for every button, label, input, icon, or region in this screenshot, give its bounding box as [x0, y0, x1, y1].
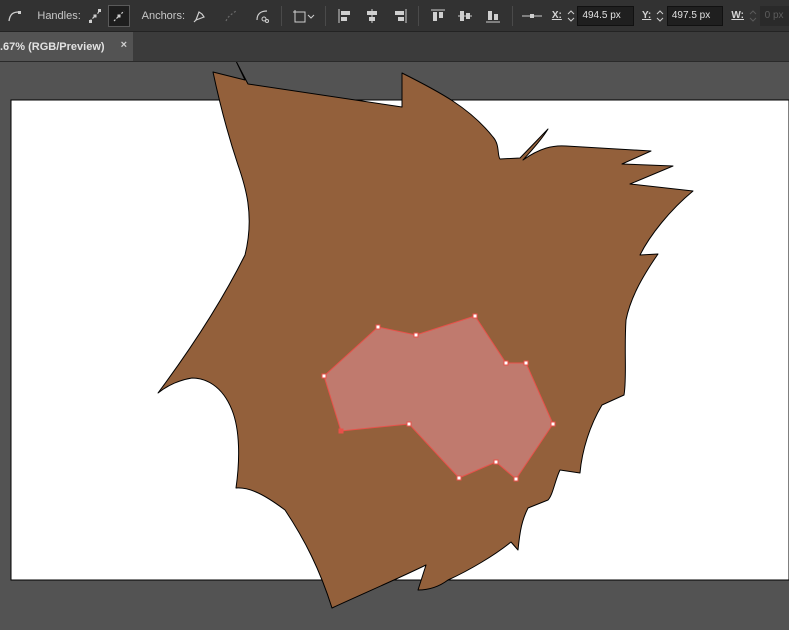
- anchor-point[interactable]: [493, 459, 499, 465]
- document-tab-bar: .67% (RGB/Preview) ×: [0, 32, 789, 62]
- canvas-area[interactable]: [0, 62, 789, 630]
- anchor-point[interactable]: [513, 476, 519, 482]
- align-vertical-center-icon[interactable]: [455, 5, 476, 27]
- handles-convert-to-smooth-icon[interactable]: [108, 4, 130, 27]
- y-stepper-icon[interactable]: [653, 6, 667, 26]
- reference-point-icon[interactable]: [521, 5, 544, 27]
- toolbar-divider: [418, 5, 420, 26]
- width-field: 0 px: [759, 5, 789, 26]
- handles-label: Handles:: [37, 9, 81, 22]
- x-label: X:: [551, 10, 562, 21]
- anchor-point[interactable]: [321, 373, 327, 379]
- anchor-point[interactable]: [503, 360, 509, 366]
- x-stepper-icon[interactable]: [564, 6, 578, 26]
- y-position-field[interactable]: 497.5 px: [666, 5, 724, 26]
- convert-anchor-tool-icon[interactable]: [4, 5, 25, 27]
- close-icon[interactable]: ×: [121, 39, 127, 51]
- toolbar-divider: [281, 5, 283, 26]
- x-position-field[interactable]: 494.5 px: [577, 5, 634, 26]
- anchor-point[interactable]: [550, 421, 556, 427]
- toolbar-divider: [511, 5, 513, 26]
- canvas-svg: [10, 62, 789, 609]
- transform-options-icon[interactable]: [290, 5, 317, 27]
- align-bottom-icon[interactable]: [482, 5, 503, 27]
- y-label: Y:: [641, 10, 652, 21]
- handles-convert-to-corner-icon[interactable]: [85, 5, 106, 27]
- anchor-point[interactable]: [375, 324, 381, 330]
- anchor-point[interactable]: [413, 332, 419, 338]
- anchors-label: Anchors:: [141, 9, 186, 22]
- toolbar-divider: [325, 5, 327, 26]
- document-tab-title: .67% (RGB/Preview): [0, 40, 105, 53]
- w-label: W:: [731, 10, 744, 21]
- align-left-icon[interactable]: [334, 5, 355, 27]
- align-right-icon[interactable]: [389, 5, 410, 27]
- document-tab[interactable]: .67% (RGB/Preview) ×: [0, 32, 133, 61]
- control-bar: Handles: Anchors: X: 494.5 px Y: 497.5 p…: [0, 0, 789, 32]
- anchor-point[interactable]: [523, 360, 529, 366]
- anchor-point[interactable]: [456, 475, 462, 481]
- anchor-point[interactable]: [406, 421, 412, 427]
- selected-anchor-point[interactable]: [338, 428, 344, 434]
- align-horizontal-center-icon[interactable]: [362, 5, 383, 27]
- connect-anchors-icon: [220, 5, 241, 27]
- remove-anchor-pen-icon[interactable]: [189, 5, 210, 27]
- cut-path-icon[interactable]: [252, 5, 273, 27]
- align-top-icon[interactable]: [427, 5, 448, 27]
- anchor-point[interactable]: [472, 313, 478, 319]
- w-stepper-icon: [746, 6, 760, 26]
